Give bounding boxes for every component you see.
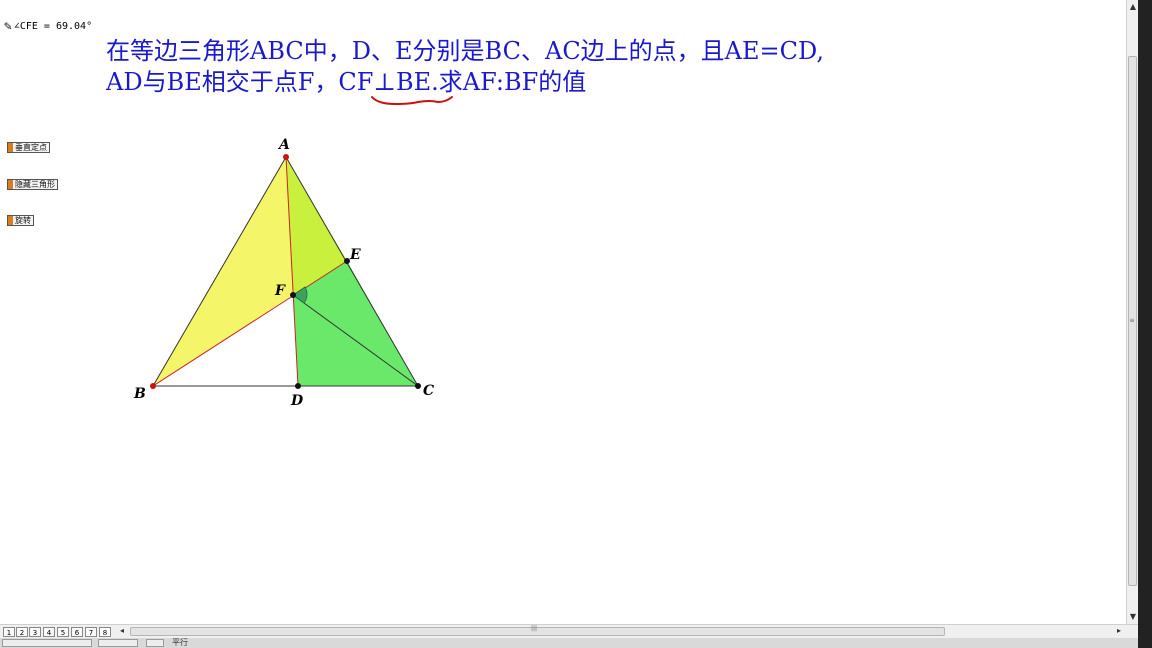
page-tab-6[interactable]: 6	[71, 627, 83, 637]
page-tab-3[interactable]: 3	[29, 627, 41, 637]
page-tab-4[interactable]: 4	[43, 627, 55, 637]
page-tab-1[interactable]: 1	[3, 627, 15, 637]
scroll-right-icon[interactable]: ▸	[1117, 626, 1121, 635]
page-tab-5[interactable]: 5	[57, 627, 69, 637]
scroll-grip-icon: ≡	[1129, 317, 1135, 324]
status-bar: 平行	[0, 638, 1138, 648]
label-e: E	[349, 247, 361, 263]
status-cell	[2, 639, 92, 647]
label-a: A	[277, 137, 290, 153]
scroll-left-icon[interactable]: ◂	[120, 626, 124, 635]
point-b	[150, 383, 156, 389]
scroll-grip-icon: |||	[531, 625, 538, 632]
bottom-bar: 1 2 3 4 5 6 7 8 ◂ ||| ▸	[0, 624, 1138, 638]
horizontal-scroll-thumb[interactable]: |||	[130, 625, 945, 636]
status-cell	[98, 639, 138, 647]
point-a	[283, 154, 289, 160]
geometry-figure: A B C D E F	[133, 96, 453, 409]
vertical-scrollbar[interactable]: ▲ ≡ ▼	[1126, 0, 1138, 624]
label-c: C	[423, 383, 434, 399]
label-b: B	[133, 386, 146, 402]
page-tab-2[interactable]: 2	[16, 627, 28, 637]
window-edge	[1138, 0, 1152, 648]
status-text: 平行	[172, 638, 188, 647]
label-d: D	[290, 393, 304, 409]
triangle-abf-fill	[153, 157, 293, 386]
page-tab-7[interactable]: 7	[85, 627, 97, 637]
point-c	[415, 383, 421, 389]
sketch-canvas[interactable]: ✎ ∠CFE = 69.04° 在等边三角形ABC中，D、E分别是BC、AC边上的…	[0, 0, 1126, 624]
red-underline-annotation	[371, 96, 453, 106]
point-d	[295, 383, 301, 389]
status-cell	[146, 639, 164, 647]
page-tab-8[interactable]: 8	[99, 627, 111, 637]
label-f: F	[274, 283, 286, 299]
point-f	[290, 292, 296, 298]
